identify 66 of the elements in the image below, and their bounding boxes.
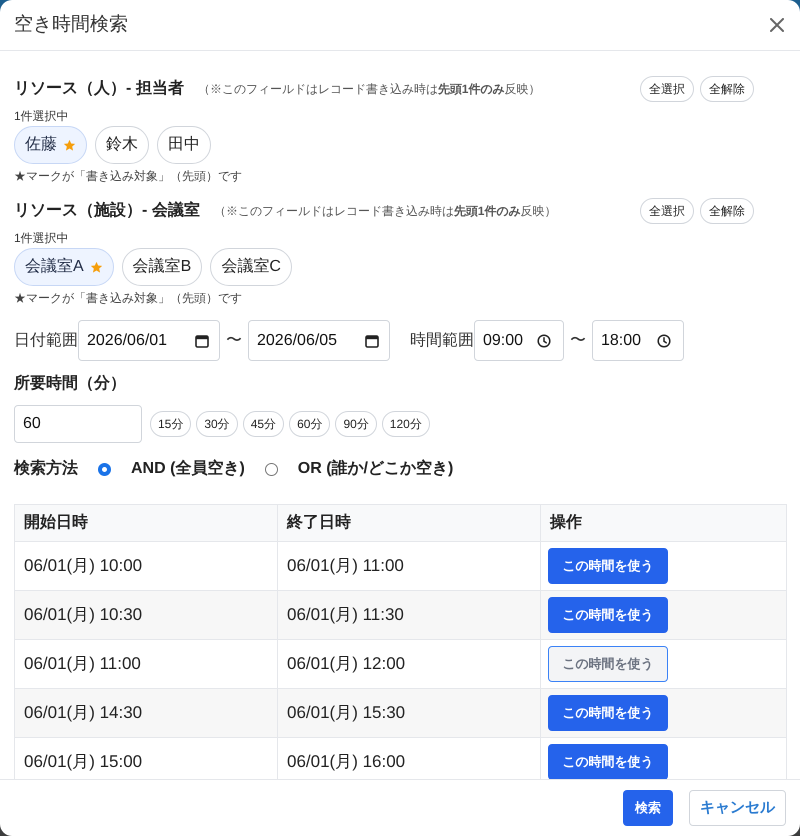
- section-heading: リソース（人）- 担当者: [14, 78, 184, 99]
- selection-count: 1件選択中: [14, 108, 70, 124]
- table-cell: 06/01(月) 14:30: [14, 688, 278, 738]
- resource-chip[interactable]: 鈴木: [95, 126, 149, 164]
- table-cell: 06/01(月) 15:00: [14, 738, 278, 779]
- duration-preset-button[interactable]: 120分: [382, 411, 430, 437]
- cancel-button[interactable]: キャンセル: [689, 790, 786, 826]
- date-field[interactable]: 2026/06/01: [78, 320, 220, 361]
- table-cell: 06/01(月) 11:00: [14, 640, 278, 688]
- table-cell: 06/01(月) 10:30: [14, 590, 278, 640]
- resource-chip[interactable]: 会議室A: [14, 248, 114, 286]
- close-button[interactable]: [769, 17, 785, 33]
- use-time-button[interactable]: この時間を使う: [548, 548, 668, 584]
- column-header: 終了日時: [278, 504, 540, 542]
- table-cell: 06/01(月) 10:00: [14, 542, 278, 590]
- time-field[interactable]: 09:00: [474, 320, 564, 361]
- table-cell: 06/01(月) 11:00: [278, 542, 540, 590]
- section-heading: リソース（施設）- 会議室: [14, 200, 200, 221]
- column-header: 開始日時: [14, 504, 278, 542]
- table-cell: 06/01(月) 15:30: [278, 688, 540, 738]
- duration-preset-button[interactable]: 60分: [289, 411, 330, 437]
- section-note: （※このフィールドはレコード書き込み時は先頭1件のみ反映）: [198, 81, 540, 98]
- resource-chip[interactable]: 会議室B: [122, 248, 202, 286]
- table-cell: 06/01(月) 11:30: [278, 590, 540, 640]
- duration-preset-button[interactable]: 45分: [242, 411, 284, 437]
- select-toggle-button[interactable]: 全解除: [700, 76, 754, 102]
- search-method-label: 検索方法: [14, 458, 78, 479]
- close-icon: [770, 18, 784, 32]
- duration-field[interactable]: 60: [14, 405, 142, 443]
- range-separator: 〜: [226, 330, 242, 350]
- field-label: 日付範囲: [14, 330, 78, 350]
- section-note: （※このフィールドはレコード書き込み時は先頭1件のみ反映）: [214, 203, 556, 220]
- duration-preset-button[interactable]: 15分: [150, 411, 192, 437]
- field-label: 時間範囲: [410, 330, 474, 350]
- radio-button[interactable]: [98, 462, 111, 476]
- use-time-button[interactable]: この時間を使う: [548, 597, 668, 633]
- use-time-button[interactable]: この時間を使う: [548, 695, 668, 731]
- column-header: 操作: [540, 504, 786, 542]
- resource-chip[interactable]: 佐藤: [14, 126, 87, 164]
- clock-icon: [657, 334, 671, 348]
- selection-count: 1件選択中: [14, 230, 70, 246]
- time-field[interactable]: 18:00: [592, 320, 684, 361]
- hint-text: ★マークが「書き込み対象」（先頭）です: [14, 168, 243, 184]
- select-toggle-button[interactable]: 全選択: [640, 76, 694, 102]
- radio-button[interactable]: [264, 462, 278, 476]
- dialog-title: 空き時間検索: [14, 12, 128, 37]
- use-time-button[interactable]: この時間を使う: [548, 646, 668, 682]
- hint-text: ★マークが「書き込み対象」（先頭）です: [14, 290, 243, 306]
- clock-icon: [537, 334, 551, 348]
- duration-label: 所要時間（分）: [14, 374, 127, 394]
- duration-preset-button[interactable]: 90分: [335, 411, 377, 437]
- radio-label: AND (全員空き): [131, 458, 245, 479]
- resource-chip[interactable]: 田中: [157, 126, 211, 164]
- calendar-icon: [195, 334, 209, 348]
- select-toggle-button[interactable]: 全選択: [640, 198, 694, 224]
- table-cell: 06/01(月) 16:00: [278, 738, 540, 779]
- range-separator: 〜: [570, 330, 586, 350]
- select-toggle-button[interactable]: 全解除: [700, 198, 754, 224]
- table-cell: 06/01(月) 12:00: [278, 640, 540, 688]
- duration-preset-button[interactable]: 30分: [196, 411, 238, 437]
- resource-chip[interactable]: 会議室C: [210, 248, 292, 286]
- calendar-icon: [365, 334, 379, 348]
- search-button[interactable]: 検索: [623, 790, 673, 826]
- date-field[interactable]: 2026/06/05: [248, 320, 390, 361]
- use-time-button[interactable]: この時間を使う: [548, 744, 668, 779]
- radio-label: OR (誰か/どこか空き): [298, 458, 454, 479]
